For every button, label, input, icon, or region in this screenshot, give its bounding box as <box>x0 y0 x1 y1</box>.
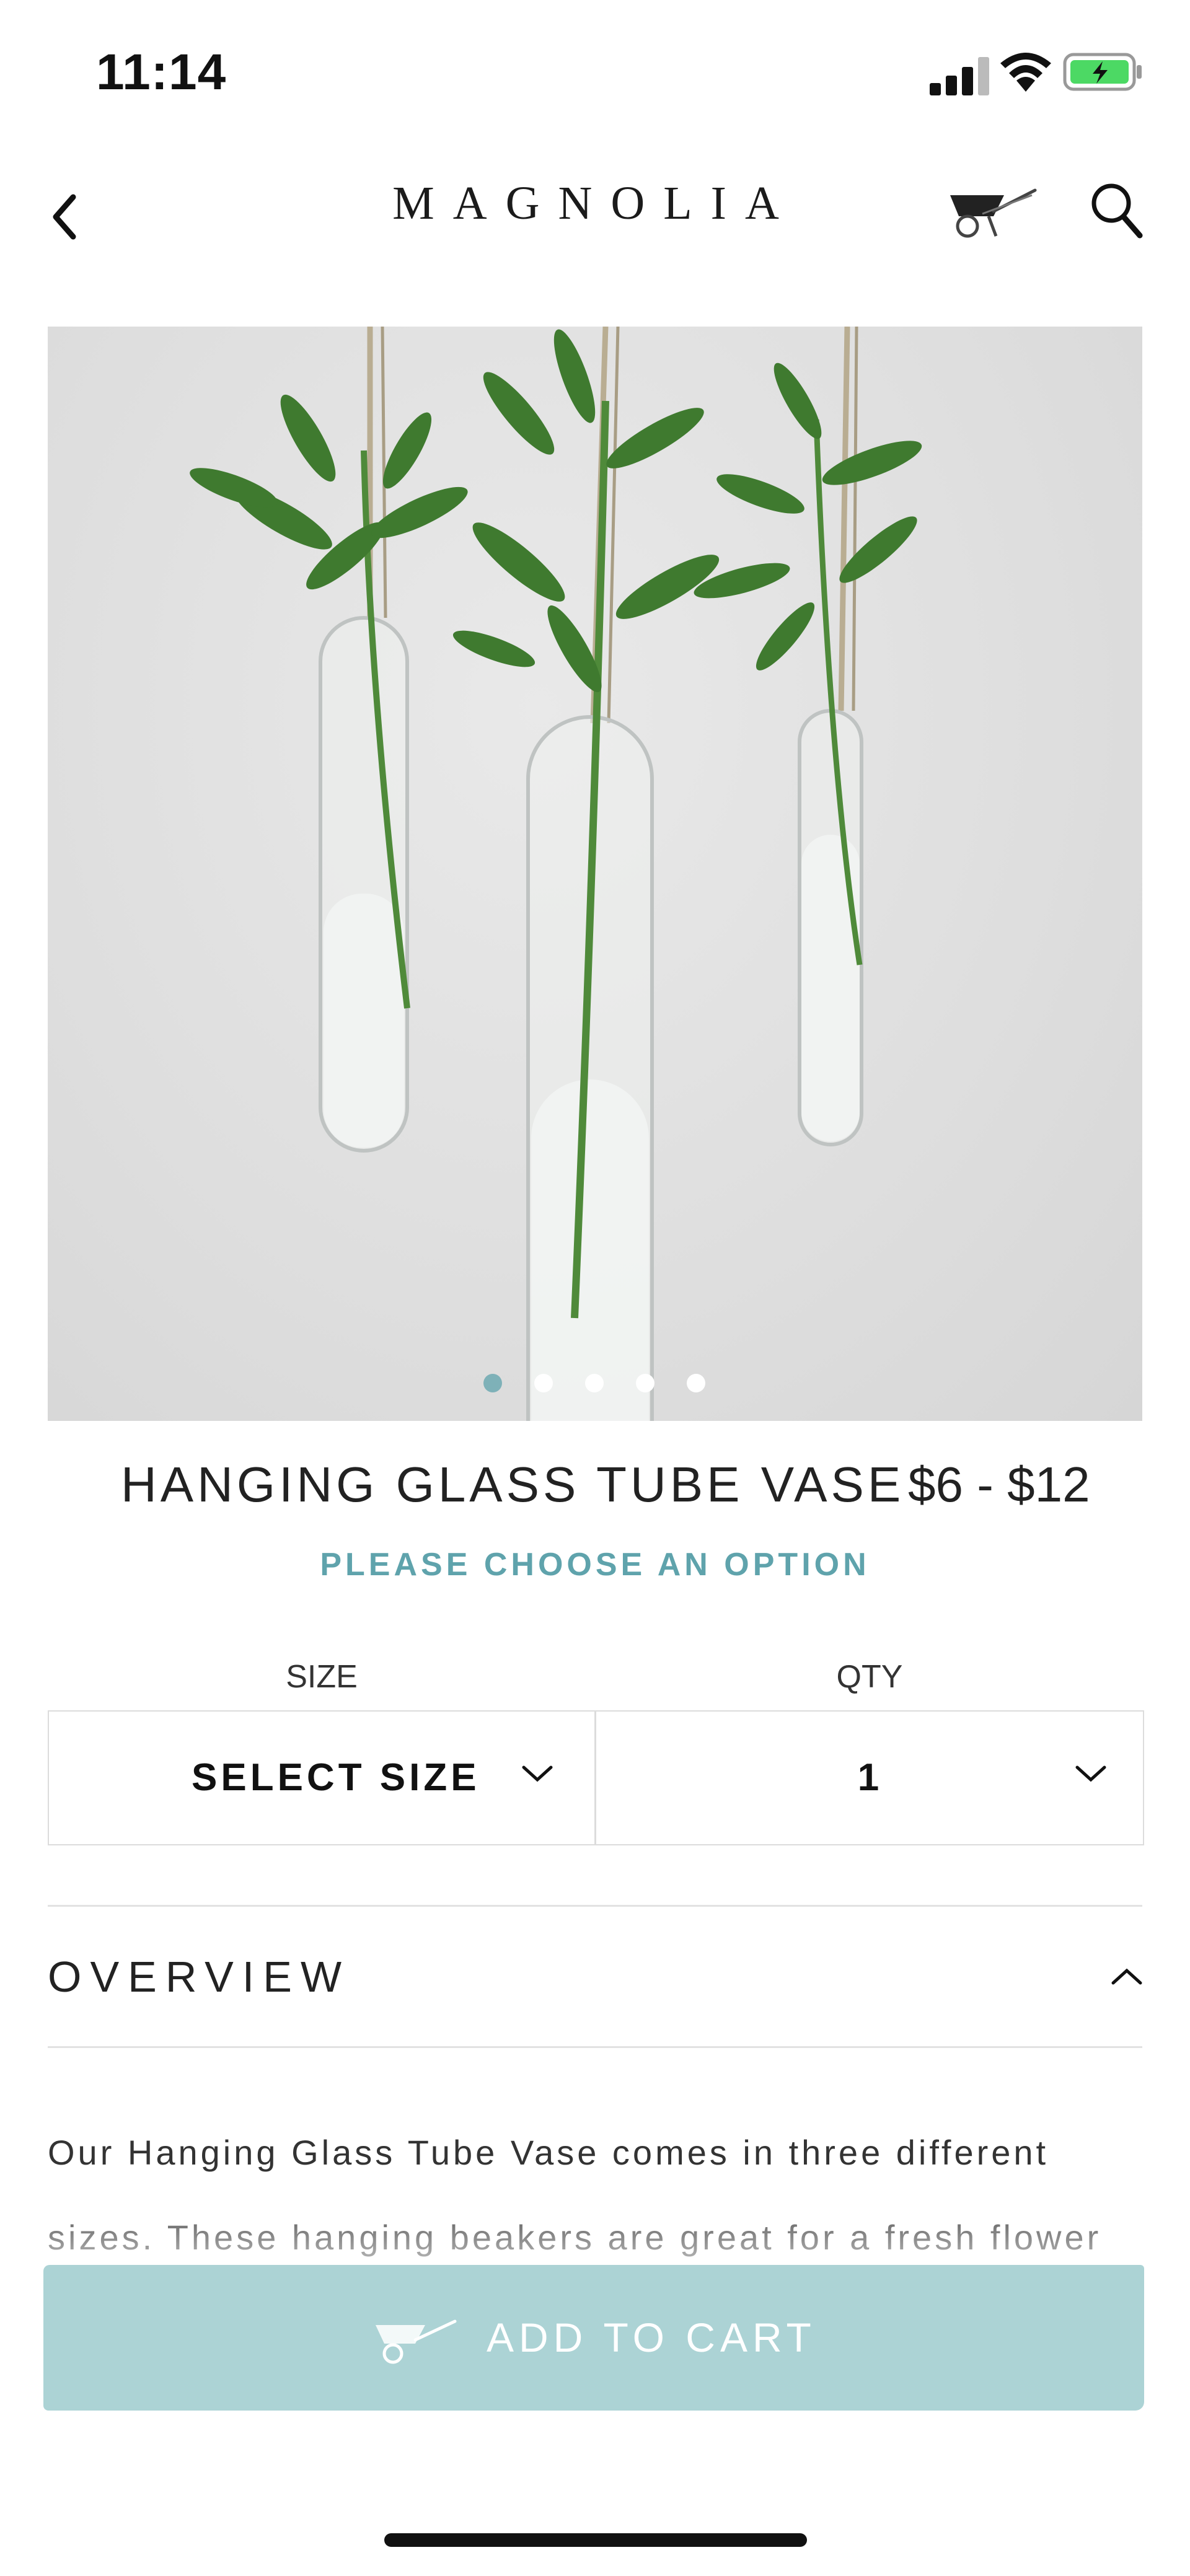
home-indicator[interactable] <box>384 2533 807 2547</box>
product-title: HANGING GLASS TUBE VASE <box>121 1457 905 1512</box>
battery-charging-icon <box>1063 53 1142 91</box>
chevron-up-icon[interactable] <box>1109 1964 1144 1989</box>
qty-select[interactable]: 1 <box>595 1710 1144 1845</box>
brand-logo[interactable]: MAGNOLIA <box>335 177 855 231</box>
product-image[interactable] <box>48 327 1142 1421</box>
carousel-dots[interactable] <box>0 1371 1190 1396</box>
carousel-dot-2[interactable] <box>534 1374 553 1392</box>
wifi-icon <box>1000 53 1051 92</box>
product-price: $6 - $12 <box>908 1457 1090 1512</box>
divider <box>48 1905 1142 1907</box>
carousel-dot-1[interactable] <box>483 1374 502 1392</box>
overview-heading[interactable]: OVERVIEW <box>48 1952 350 2002</box>
carousel-dot-4[interactable] <box>636 1374 654 1392</box>
size-label: SIZE <box>286 1659 358 1695</box>
status-time: 11:14 <box>96 44 227 100</box>
text-fade-overlay <box>0 2187 1190 2274</box>
carousel-dot-3[interactable] <box>585 1374 604 1392</box>
qty-label: QTY <box>836 1659 903 1695</box>
wheelbarrow-cart-icon <box>376 2319 457 2364</box>
add-to-cart-label: ADD TO CART <box>487 2314 816 2360</box>
size-select[interactable]: SELECT SIZE <box>48 1710 596 1845</box>
chevron-down-icon <box>1075 1765 1106 1782</box>
hanging-vases-photo <box>190 327 922 1421</box>
divider <box>48 2046 1142 2048</box>
size-select-value: SELECT SIZE <box>192 1756 480 1799</box>
chevron-down-icon <box>522 1765 553 1782</box>
wheelbarrow-cart-icon[interactable] <box>945 177 1038 245</box>
carousel-dot-5[interactable] <box>687 1374 705 1392</box>
search-icon[interactable] <box>1088 180 1144 242</box>
add-to-cart-button[interactable]: ADD TO CART <box>43 2265 1144 2411</box>
back-chevron-icon[interactable] <box>43 186 87 248</box>
option-prompt: PLEASE CHOOSE AN OPTION <box>320 1547 870 1583</box>
qty-select-value: 1 <box>857 1756 883 1799</box>
